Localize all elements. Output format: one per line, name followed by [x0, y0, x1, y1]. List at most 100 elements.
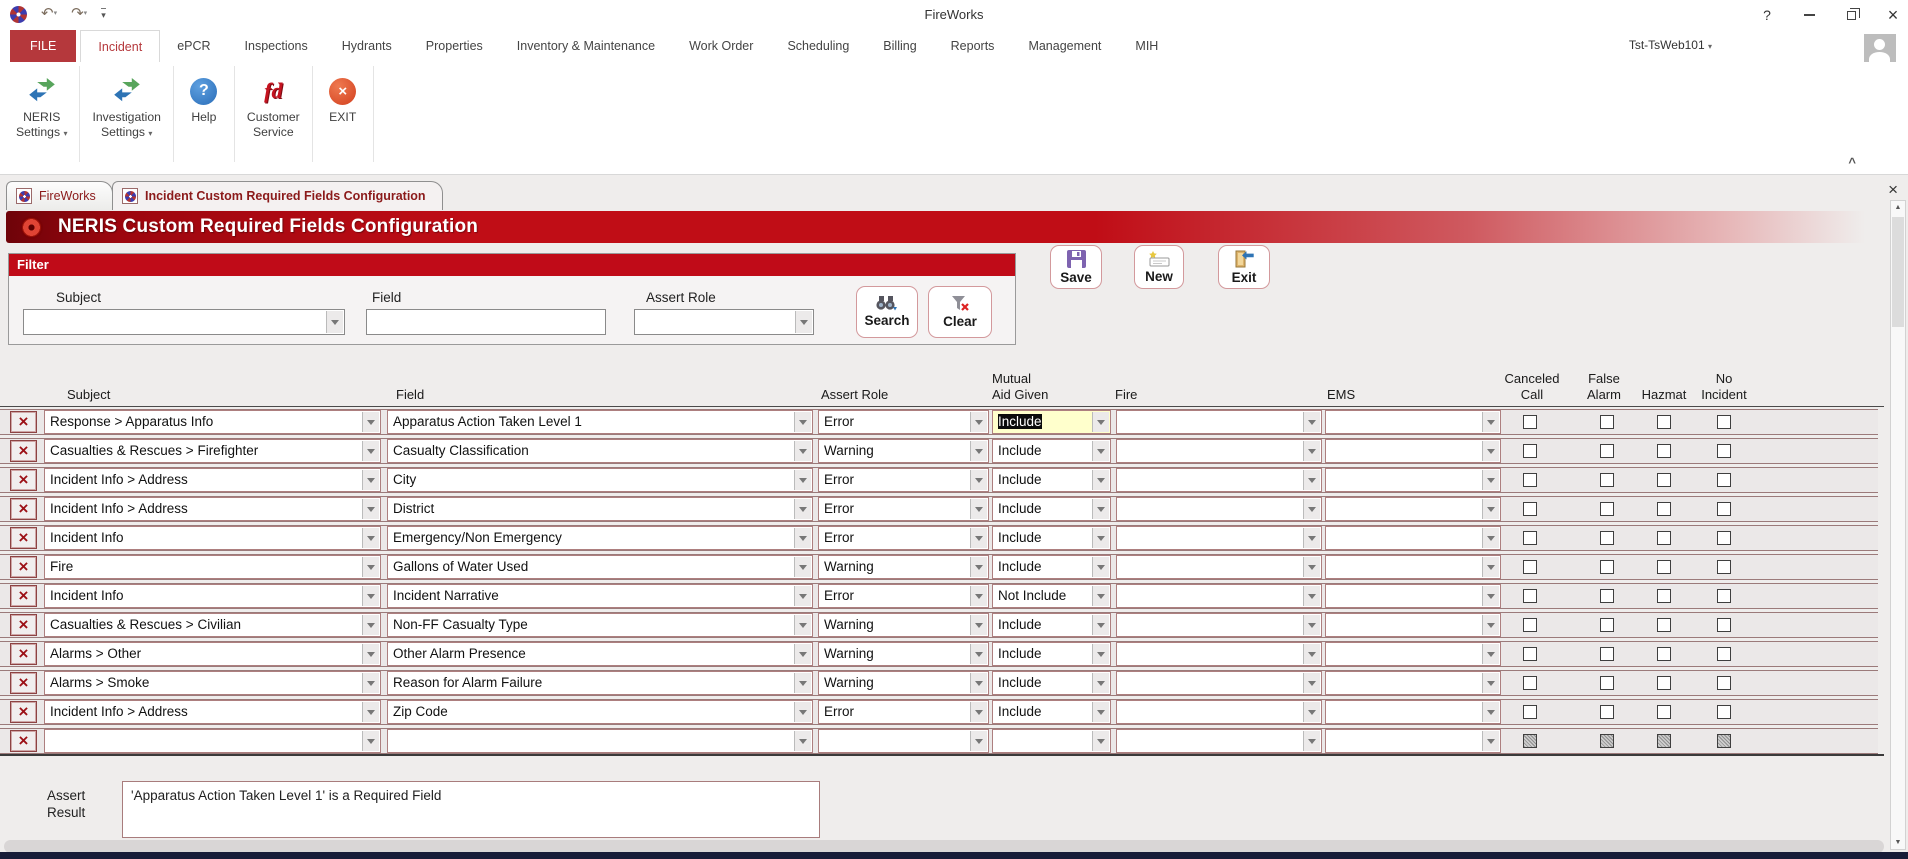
ribbon-tab-inspections[interactable]: Inspections	[228, 30, 325, 62]
field-select[interactable]: Non-FF Casualty Type	[387, 613, 813, 637]
false-alarm-checkbox[interactable]	[1600, 647, 1614, 661]
subject-select[interactable]: Casualties & Rescues > Firefighter	[44, 439, 381, 463]
exit-button[interactable]: Exit	[1218, 245, 1270, 289]
assert-role-select[interactable]: Error	[818, 410, 989, 434]
clear-filter-button[interactable]: Clear	[928, 286, 992, 338]
delete-row-button[interactable]: ×	[10, 730, 37, 752]
no-incident-checkbox[interactable]	[1717, 705, 1731, 719]
user-menu[interactable]: Tst-TsWeb101 ▾	[1629, 38, 1712, 52]
new-button[interactable]: New	[1134, 245, 1184, 289]
filter-field-input[interactable]	[366, 309, 606, 335]
false-alarm-checkbox[interactable]	[1600, 734, 1614, 748]
hazmat-checkbox[interactable]	[1657, 734, 1671, 748]
false-alarm-checkbox[interactable]	[1600, 618, 1614, 632]
canceled-call-checkbox[interactable]	[1523, 473, 1537, 487]
mutual-aid-select[interactable]: Include	[992, 410, 1111, 434]
field-select[interactable]: Apparatus Action Taken Level 1	[387, 410, 813, 434]
ribbon-tab-properties[interactable]: Properties	[409, 30, 500, 62]
false-alarm-checkbox[interactable]	[1600, 531, 1614, 545]
ribbon-tab-epcr[interactable]: ePCR	[160, 30, 227, 62]
subject-select[interactable]: Incident Info	[44, 584, 381, 608]
doc-tab-incident-custom-required-fields-configuration[interactable]: Incident Custom Required Fields Configur…	[112, 181, 443, 210]
fire-select[interactable]	[1116, 671, 1322, 695]
ems-select[interactable]	[1325, 642, 1501, 666]
delete-row-button[interactable]: ×	[10, 701, 37, 723]
mutual-aid-select[interactable]: Include	[992, 671, 1111, 695]
assert-role-select[interactable]: Error	[818, 468, 989, 492]
canceled-call-checkbox[interactable]	[1523, 502, 1537, 516]
delete-row-button[interactable]: ×	[10, 498, 37, 520]
no-incident-checkbox[interactable]	[1717, 444, 1731, 458]
user-avatar[interactable]	[1864, 34, 1896, 64]
no-incident-checkbox[interactable]	[1717, 647, 1731, 661]
canceled-call-checkbox[interactable]	[1523, 589, 1537, 603]
ems-select[interactable]	[1325, 700, 1501, 724]
ems-select[interactable]	[1325, 584, 1501, 608]
field-select[interactable]: Casualty Classification	[387, 439, 813, 463]
hazmat-checkbox[interactable]	[1657, 473, 1671, 487]
hazmat-checkbox[interactable]	[1657, 647, 1671, 661]
delete-row-button[interactable]: ×	[10, 440, 37, 462]
field-select[interactable]: City	[387, 468, 813, 492]
mutual-aid-select[interactable]: Include	[992, 613, 1111, 637]
fire-select[interactable]	[1116, 729, 1322, 753]
field-select[interactable]: Zip Code	[387, 700, 813, 724]
hazmat-checkbox[interactable]	[1657, 560, 1671, 574]
fire-select[interactable]	[1116, 613, 1322, 637]
hazmat-checkbox[interactable]	[1657, 531, 1671, 545]
fire-select[interactable]	[1116, 439, 1322, 463]
fire-select[interactable]	[1116, 642, 1322, 666]
assert-role-select[interactable]: Error	[818, 700, 989, 724]
fire-select[interactable]	[1116, 526, 1322, 550]
delete-row-button[interactable]: ×	[10, 556, 37, 578]
false-alarm-checkbox[interactable]	[1600, 415, 1614, 429]
canceled-call-checkbox[interactable]	[1523, 734, 1537, 748]
field-select[interactable]: Gallons of Water Used	[387, 555, 813, 579]
no-incident-checkbox[interactable]	[1717, 502, 1731, 516]
ems-select[interactable]	[1325, 497, 1501, 521]
false-alarm-checkbox[interactable]	[1600, 473, 1614, 487]
subject-select[interactable]: Response > Apparatus Info	[44, 410, 381, 434]
canceled-call-checkbox[interactable]	[1523, 444, 1537, 458]
hazmat-checkbox[interactable]	[1657, 589, 1671, 603]
hazmat-checkbox[interactable]	[1657, 618, 1671, 632]
ribbon-tab-mih[interactable]: MIH	[1118, 30, 1175, 62]
fire-select[interactable]	[1116, 584, 1322, 608]
scroll-down-icon[interactable]: ▼	[1891, 839, 1905, 846]
subject-select[interactable]	[44, 729, 381, 753]
hazmat-checkbox[interactable]	[1657, 705, 1671, 719]
field-select[interactable]: Reason for Alarm Failure	[387, 671, 813, 695]
hazmat-checkbox[interactable]	[1657, 444, 1671, 458]
minimize-button[interactable]	[1800, 4, 1818, 26]
field-select[interactable]: Incident Narrative	[387, 584, 813, 608]
ribbon-tab-inventory-maintenance[interactable]: Inventory & Maintenance	[500, 30, 672, 62]
field-select[interactable]: District	[387, 497, 813, 521]
subject-select[interactable]: Casualties & Rescues > Civilian	[44, 613, 381, 637]
fire-select[interactable]	[1116, 497, 1322, 521]
vertical-scrollbar[interactable]: ▲ ▼	[1890, 200, 1906, 850]
false-alarm-checkbox[interactable]	[1600, 705, 1614, 719]
false-alarm-checkbox[interactable]	[1600, 676, 1614, 690]
subject-select[interactable]: Incident Info > Address	[44, 468, 381, 492]
collapse-ribbon-icon[interactable]: ^	[1848, 155, 1856, 170]
exit-button[interactable]: ×EXIT	[315, 64, 371, 168]
delete-row-button[interactable]: ×	[10, 527, 37, 549]
no-incident-checkbox[interactable]	[1717, 415, 1731, 429]
investigation-settings-button[interactable]: InvestigationSettings ▾	[82, 64, 170, 168]
delete-row-button[interactable]: ×	[10, 585, 37, 607]
fire-select[interactable]	[1116, 700, 1322, 724]
mutual-aid-select[interactable]: Include	[992, 439, 1111, 463]
save-button[interactable]: Save	[1050, 245, 1102, 289]
delete-row-button[interactable]: ×	[10, 672, 37, 694]
canceled-call-checkbox[interactable]	[1523, 647, 1537, 661]
no-incident-checkbox[interactable]	[1717, 531, 1731, 545]
mutual-aid-select[interactable]: Include	[992, 700, 1111, 724]
search-button[interactable]: Search	[856, 286, 918, 338]
filter-assert-role-select[interactable]	[634, 309, 814, 335]
delete-row-button[interactable]: ×	[10, 411, 37, 433]
no-incident-checkbox[interactable]	[1717, 589, 1731, 603]
help-button[interactable]: ?Help	[176, 64, 232, 168]
scrollbar-thumb[interactable]	[1892, 217, 1904, 327]
no-incident-checkbox[interactable]	[1717, 473, 1731, 487]
neris-settings-button[interactable]: NERISSettings ▾	[6, 64, 77, 168]
